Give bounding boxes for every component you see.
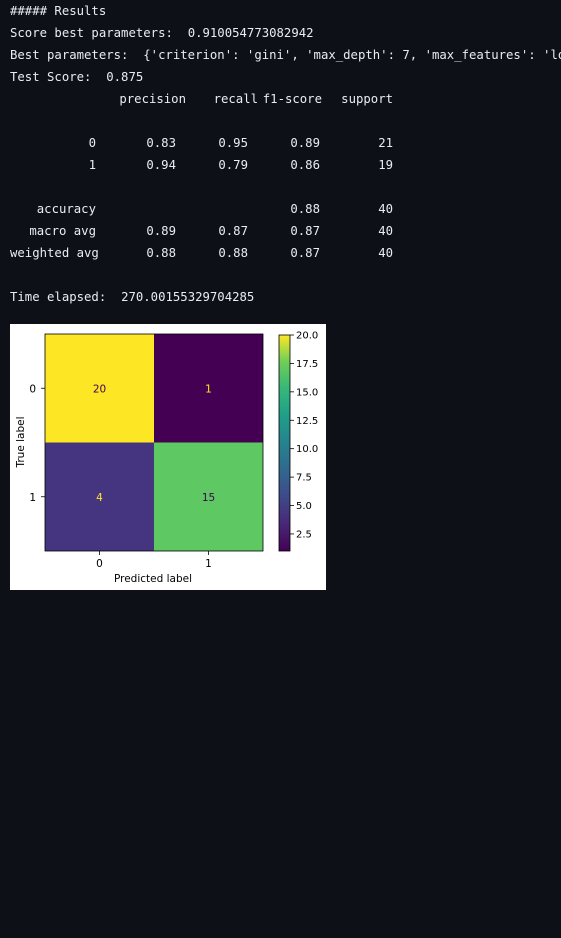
report-header-f1: f1-score (262, 92, 322, 106)
colorbar-tick-label: 7.5 (296, 473, 312, 484)
report-header-support: support (341, 92, 393, 106)
test-score-label: Test Score: (10, 70, 99, 84)
report-row: macro avg 0.89 0.87 0.87 40 (10, 224, 393, 770)
report-header-recall: recall (213, 92, 258, 106)
report-row-label: 0 (88, 136, 96, 150)
report-cell-f1: 0.87 (290, 224, 320, 238)
y-axis-label: True label (15, 416, 27, 468)
best-params-line: Best parameters: {'criterion': 'gini', '… (10, 44, 561, 66)
report-cell-recall: 0.79 (218, 158, 248, 172)
report-cell-support: 40 (378, 224, 393, 238)
report-header-precision: precision (119, 92, 186, 106)
report-cell-f1: 0.88 (290, 202, 320, 216)
matrix-cell-value: 15 (202, 492, 215, 504)
report-cell-support: 21 (378, 136, 393, 150)
report-row-label: weighted avg (10, 246, 99, 260)
report-row: weighted avg 0.88 0.88 0.87 40 (10, 246, 393, 896)
time-elapsed-label: Time elapsed: (10, 290, 114, 304)
score-best-line: Score best parameters: 0.910054773082942 (10, 22, 314, 44)
confusion-matrix-figure: 20 1 4 15 0 1 0 1 Predicted label True label 2… (10, 324, 326, 590)
y-tick-label: 1 (29, 492, 36, 504)
report-cell-recall: 0.88 (218, 246, 248, 260)
report-cell-recall: 0.95 (218, 136, 248, 150)
report-cell-precision: 0.94 (146, 158, 176, 172)
colorbar-tick-label: 10.0 (296, 444, 318, 455)
colorbar-tick-label: 2.5 (296, 529, 312, 540)
colorbar-tick-label: 12.5 (296, 416, 318, 427)
best-params-value: {'criterion': 'gini', 'max_depth': 7, 'm… (143, 48, 561, 62)
report-row-label: macro avg (29, 224, 96, 238)
score-best-label: Score best parameters: (10, 26, 181, 40)
matrix-cell-value: 4 (96, 492, 103, 504)
report-cell-support: 40 (378, 202, 393, 216)
colorbar-tick-label: 20.0 (296, 331, 318, 342)
report-cell-f1: 0.87 (290, 246, 320, 260)
y-tick-label: 0 (29, 383, 36, 395)
colorbar (279, 335, 290, 551)
x-axis-label: Predicted label (114, 573, 192, 585)
results-heading: ##### Results (10, 4, 107, 18)
report-cell-precision: 0.88 (146, 246, 176, 260)
matrix-cell-value: 1 (205, 383, 212, 395)
report-cell-f1: 0.86 (290, 158, 320, 172)
x-tick-label: 0 (96, 558, 103, 570)
confusion-matrix-chart: 20 1 4 15 0 1 0 1 Predicted label True label 2… (15, 331, 318, 586)
report-row-label: accuracy (36, 202, 96, 216)
report-cell-f1: 0.89 (290, 136, 320, 150)
test-score-line: Test Score: 0.875 (10, 66, 143, 88)
report-cell-recall: 0.87 (218, 224, 248, 238)
matrix-cell-value: 20 (93, 383, 106, 395)
report-cell-precision: 0.83 (146, 136, 176, 150)
report-cell-support: 19 (378, 158, 393, 172)
report-row-label: 1 (88, 158, 96, 172)
report-cell-support: 40 (378, 246, 393, 260)
report-cell-precision: 0.89 (146, 224, 176, 238)
colorbar-tick-label: 15.0 (296, 387, 318, 398)
score-best-value: 0.910054773082942 (187, 26, 314, 40)
test-score-value: 0.875 (106, 70, 144, 84)
colorbar-tick-label: 5.0 (296, 501, 312, 512)
time-elapsed-line: Time elapsed: 270.00155329704285 (10, 286, 254, 308)
x-tick-label: 1 (205, 558, 212, 570)
colorbar-tick-label: 17.5 (296, 359, 318, 370)
best-params-label: Best parameters: (10, 48, 136, 62)
time-elapsed-value: 270.00155329704285 (121, 290, 255, 304)
